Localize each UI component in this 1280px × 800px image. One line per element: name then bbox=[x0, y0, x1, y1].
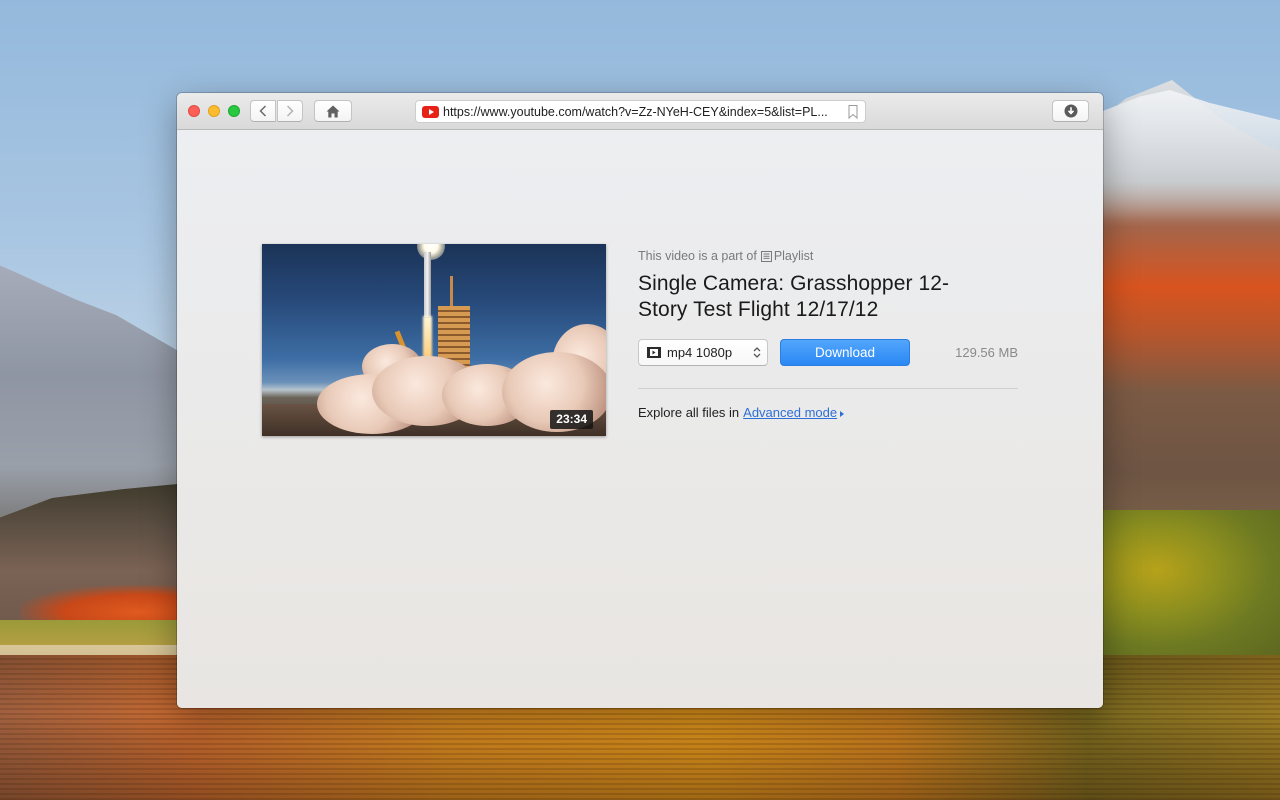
playlist-icon bbox=[760, 250, 772, 262]
url-bar[interactable]: https://www.youtube.com/watch?v=Zz-NYeH-… bbox=[415, 100, 866, 123]
download-controls: mp4 1080p Download 129.56 MB bbox=[638, 339, 1018, 367]
playlist-link[interactable]: Playlist bbox=[774, 247, 814, 265]
chevron-left-icon bbox=[259, 105, 267, 117]
format-select[interactable]: mp4 1080p bbox=[638, 339, 768, 366]
explore-prefix-text: Explore all files in bbox=[638, 405, 740, 420]
video-duration-badge: 23:34 bbox=[550, 410, 593, 429]
url-text[interactable]: https://www.youtube.com/watch?v=Zz-NYeH-… bbox=[443, 105, 848, 119]
forward-button[interactable] bbox=[277, 100, 303, 122]
video-title: Single Camera: Grasshopper 12-Story Test… bbox=[638, 272, 950, 321]
file-size: 129.56 MB bbox=[955, 345, 1018, 360]
video-thumbnail[interactable]: 23:34 bbox=[262, 244, 606, 436]
playlist-note: This video is a part of Playlist bbox=[638, 247, 1018, 265]
home-icon bbox=[326, 105, 340, 117]
youtube-icon bbox=[422, 105, 439, 118]
home-button[interactable] bbox=[314, 100, 352, 122]
film-icon bbox=[647, 347, 661, 358]
app-window: https://www.youtube.com/watch?v=Zz-NYeH-… bbox=[177, 93, 1103, 708]
playlist-prefix-text: This video is a part of bbox=[638, 249, 757, 263]
explore-line: Explore all files in Advanced mode bbox=[638, 405, 1018, 420]
format-select-value: mp4 1080p bbox=[667, 345, 733, 360]
maximize-window-button[interactable] bbox=[228, 105, 240, 117]
thumbnail-sun-glare bbox=[417, 244, 445, 260]
title-bar: https://www.youtube.com/watch?v=Zz-NYeH-… bbox=[177, 93, 1103, 130]
back-button[interactable] bbox=[250, 100, 276, 122]
download-button[interactable]: Download bbox=[780, 339, 910, 366]
video-info-panel: This video is a part of Playlist Single … bbox=[638, 244, 1018, 420]
divider bbox=[638, 388, 1018, 389]
thumbnail-tower-mast bbox=[450, 276, 453, 308]
download-circle-icon bbox=[1064, 104, 1077, 118]
main-content: 23:34 This video is a part of Playlist S… bbox=[177, 130, 1103, 708]
bookmark-icon[interactable] bbox=[848, 104, 858, 119]
minimize-window-button[interactable] bbox=[208, 105, 220, 117]
downloads-button[interactable] bbox=[1052, 100, 1089, 122]
chevron-up-down-icon bbox=[753, 347, 761, 358]
thumbnail-rocket bbox=[424, 252, 431, 317]
close-window-button[interactable] bbox=[188, 105, 200, 117]
chevron-right-icon bbox=[286, 105, 294, 117]
wallpaper-right-trees bbox=[1100, 510, 1280, 660]
caret-right-icon bbox=[840, 410, 845, 417]
advanced-mode-link[interactable]: Advanced mode bbox=[743, 405, 837, 420]
